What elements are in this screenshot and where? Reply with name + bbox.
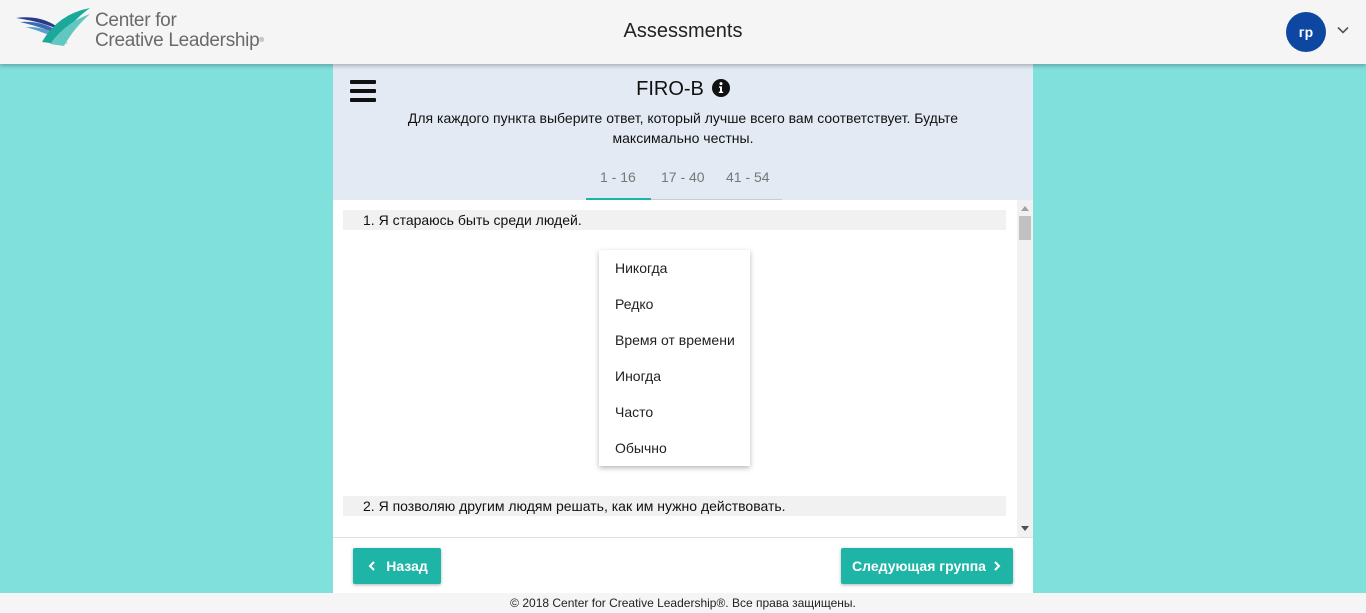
option-sometimes[interactable]: Иногда	[599, 358, 750, 394]
tab-41-54[interactable]: 41 - 54	[726, 169, 770, 185]
scrollbar[interactable]	[1017, 200, 1033, 537]
chevron-left-icon	[368, 561, 375, 571]
question-range-tabs: 1 - 16 17 - 40 41 - 54	[586, 161, 782, 200]
test-title: FIRO-B	[636, 78, 704, 100]
back-button[interactable]: Назад	[353, 548, 441, 584]
navigation-bar: Назад Следующая группа	[333, 537, 1033, 593]
option-never[interactable]: Никогда	[599, 250, 750, 286]
scroll-up-arrow[interactable]	[1021, 206, 1029, 211]
tab-1-16[interactable]: 1 - 16	[600, 169, 636, 185]
assessment-panel: FIRO-B Для каждого пункта выберите ответ…	[333, 64, 1033, 593]
info-icon[interactable]	[711, 79, 730, 97]
test-title-row: FIRO-B	[333, 78, 1033, 101]
user-avatar[interactable]: гр	[1286, 12, 1326, 52]
option-often[interactable]: Часто	[599, 394, 750, 430]
chevron-down-icon[interactable]	[1335, 22, 1351, 38]
copyright: © 2018 Center for Creative Leadership®. …	[0, 593, 1366, 613]
instructions: Для каждого пункта выберите ответ, котор…	[407, 110, 959, 146]
back-button-label: Назад	[386, 558, 428, 574]
scroll-down-arrow[interactable]	[1021, 526, 1029, 531]
answer-dropdown[interactable]: Никогда Редко Время от времени Иногда Ча…	[599, 250, 750, 466]
chevron-right-icon	[994, 561, 1001, 571]
next-button-label: Следующая группа	[852, 558, 986, 574]
option-rarely[interactable]: Редко	[599, 286, 750, 322]
question-1: 1. Я стараюсь быть среди людей.	[343, 210, 1006, 230]
question-2: 2. Я позволяю другим людям решать, как и…	[343, 496, 1006, 516]
app-title: Assessments	[623, 20, 743, 42]
top-bar: Center for Creative Leadership® Assessme…	[0, 0, 1366, 64]
assessment-header: FIRO-B Для каждого пункта выберите ответ…	[333, 64, 1033, 200]
tab-17-40[interactable]: 17 - 40	[661, 169, 705, 185]
next-group-button[interactable]: Следующая группа	[841, 548, 1013, 584]
scroll-thumb[interactable]	[1019, 216, 1031, 240]
option-usually[interactable]: Обычно	[599, 430, 750, 466]
option-occasionally[interactable]: Время от времени	[599, 322, 750, 358]
questions-list: 1. Я стараюсь быть среди людей. Никогда …	[333, 200, 1033, 537]
